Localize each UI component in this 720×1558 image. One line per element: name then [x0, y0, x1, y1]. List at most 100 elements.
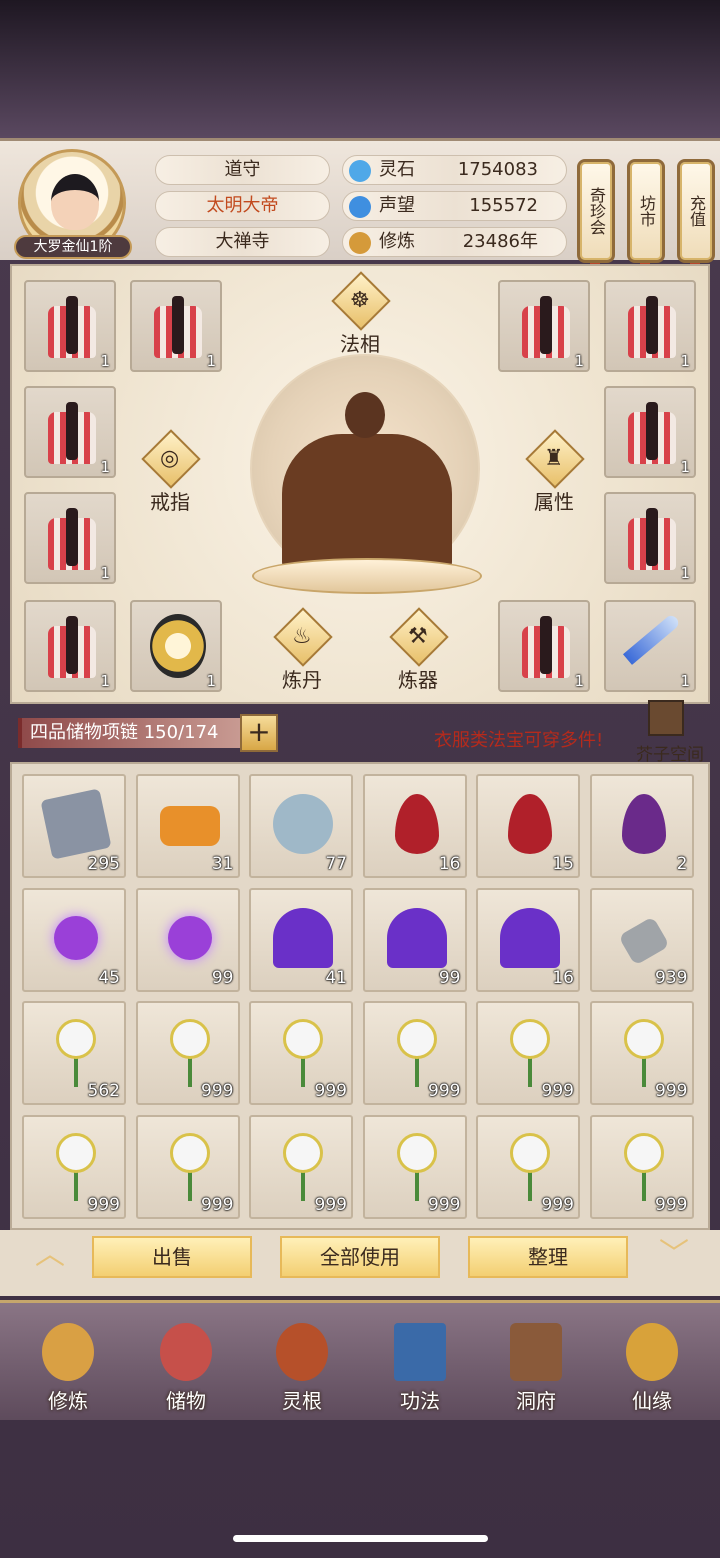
item-count: 999: [541, 1194, 574, 1215]
storage-bag-icon: [160, 1323, 212, 1381]
inventory-cell[interactable]: 16: [476, 887, 580, 992]
sort-button[interactable]: 整理: [468, 1236, 628, 1278]
equip-slot[interactable]: 1: [130, 600, 222, 692]
robe-icon: [522, 616, 570, 678]
robe-icon: [154, 296, 202, 358]
rank-badge: 大罗金仙1阶: [14, 235, 132, 259]
lily-stem: [528, 1170, 532, 1201]
action-bar: ︿ 出售 全部使用 整理 ﹀: [0, 1230, 720, 1296]
equip-slot[interactable]: 1: [604, 600, 696, 692]
inventory-cell[interactable]: 999: [362, 1001, 467, 1105]
equip-slot[interactable]: 1: [604, 280, 696, 372]
nav-cultivate[interactable]: 修炼: [18, 1315, 118, 1415]
expand-storage-button[interactable]: +: [240, 714, 278, 752]
equip-slot[interactable]: 1: [498, 600, 590, 692]
storage-capacity-label: 四品储物项链 150/174: [18, 718, 240, 748]
attribute-button[interactable]: ♜ 属性: [522, 429, 586, 514]
meditation-icon: [349, 232, 371, 254]
treasure-auction-button[interactable]: 奇珍会: [577, 159, 615, 263]
inventory-cell[interactable]: 45: [22, 887, 126, 992]
inventory-cell[interactable]: 99: [135, 887, 240, 992]
nav-fortune[interactable]: 仙缘: [602, 1315, 702, 1415]
market-button[interactable]: 坊市: [627, 159, 665, 263]
inventory-cell[interactable]: 77: [249, 774, 353, 878]
inventory-cell[interactable]: 295: [22, 774, 126, 878]
spirit-orb-icon: [273, 794, 333, 854]
lily-stem: [641, 1057, 646, 1087]
equip-slot[interactable]: 1: [498, 280, 590, 372]
dharma-form-button[interactable]: ☸ 法相: [328, 271, 392, 356]
inventory-cell[interactable]: 2: [589, 774, 694, 878]
inventory-cell[interactable]: 999: [249, 1001, 353, 1105]
title-pill: 道守: [155, 155, 330, 185]
item-count: 15: [552, 854, 574, 874]
resource-value: 23486年: [462, 231, 538, 252]
nav-storage[interactable]: 储物: [136, 1315, 236, 1415]
page-down-icon[interactable]: ﹀: [648, 1240, 700, 1270]
slot-count: 1: [680, 352, 690, 370]
equip-slot[interactable]: 1: [604, 386, 696, 478]
inventory-cell[interactable]: 99: [362, 887, 467, 992]
equip-slot[interactable]: 1: [24, 600, 116, 692]
item-count: 999: [655, 1194, 688, 1215]
resource-label: 修炼: [379, 231, 415, 252]
inventory-cell[interactable]: 15: [476, 774, 580, 878]
inventory-cell[interactable]: 999: [135, 1001, 240, 1105]
equip-slot[interactable]: 1: [24, 280, 116, 372]
robe-icon: [48, 508, 96, 570]
inventory-cell[interactable]: 16: [362, 774, 467, 878]
lily-stem: [528, 1057, 532, 1087]
inventory-cell[interactable]: 999: [22, 1114, 126, 1219]
spirit-root-icon: [276, 1323, 328, 1381]
top-band: [0, 0, 720, 138]
item-count: 999: [87, 1194, 120, 1215]
ring-button[interactable]: ◎ 戒指: [138, 429, 202, 514]
sell-button[interactable]: 出售: [92, 1236, 252, 1278]
lily-stem: [301, 1057, 305, 1087]
inventory-cell[interactable]: 31: [135, 774, 240, 878]
alchemy-button[interactable]: ♨ 炼丹: [270, 607, 334, 692]
pedestal: [252, 558, 482, 594]
inventory-cell[interactable]: 999: [476, 1114, 580, 1219]
item-count: 16: [438, 854, 461, 874]
inventory-cell[interactable]: 939: [589, 887, 694, 992]
item-count: 41: [325, 967, 347, 988]
item-count: 16: [552, 967, 574, 988]
white-lily-icon: [56, 1132, 96, 1173]
recharge-button[interactable]: 充值: [677, 159, 715, 263]
inventory-cell[interactable]: 999: [135, 1114, 240, 1219]
equip-slot[interactable]: 1: [24, 386, 116, 478]
item-count: 999: [428, 1194, 461, 1215]
equip-slot[interactable]: 1: [130, 280, 222, 372]
nav-label: 功法: [400, 1389, 440, 1413]
equip-slot[interactable]: 1: [24, 492, 116, 584]
inventory-cell[interactable]: 999: [589, 1114, 694, 1219]
inventory-cell[interactable]: 999: [362, 1114, 467, 1219]
chest-icon: [648, 700, 684, 736]
item-count: 999: [428, 1081, 461, 1101]
red-flame-icon: [508, 794, 552, 854]
page-up-icon[interactable]: ︿: [24, 1240, 76, 1270]
inventory-cell[interactable]: 999: [249, 1114, 353, 1219]
white-lily-icon: [283, 1132, 323, 1173]
nav-label: 修炼: [48, 1389, 88, 1413]
lily-stem: [414, 1170, 419, 1201]
nav-cave-mansion[interactable]: 洞府: [486, 1315, 586, 1415]
slot-count: 1: [206, 352, 216, 370]
slot-count: 1: [100, 352, 110, 370]
item-count: 999: [201, 1081, 234, 1101]
use-all-button[interactable]: 全部使用: [280, 1236, 440, 1278]
equip-slot[interactable]: 1: [604, 492, 696, 584]
inventory-cell[interactable]: 999: [589, 1001, 694, 1105]
grey-stone-icon: [617, 915, 670, 966]
forging-button[interactable]: ⚒ 炼器: [386, 607, 450, 692]
inventory-cell[interactable]: 999: [476, 1001, 580, 1105]
reputation-icon: [349, 196, 371, 218]
inventory-cell[interactable]: 562: [22, 1001, 126, 1105]
mustard-space-button[interactable]: 芥子空间: [630, 696, 710, 766]
home-indicator[interactable]: [233, 1535, 488, 1542]
inventory-cell[interactable]: 41: [249, 887, 353, 992]
nav-technique[interactable]: 功法: [370, 1315, 470, 1415]
nav-spirit-root[interactable]: 灵根: [252, 1315, 352, 1415]
slot-count: 1: [100, 672, 110, 690]
